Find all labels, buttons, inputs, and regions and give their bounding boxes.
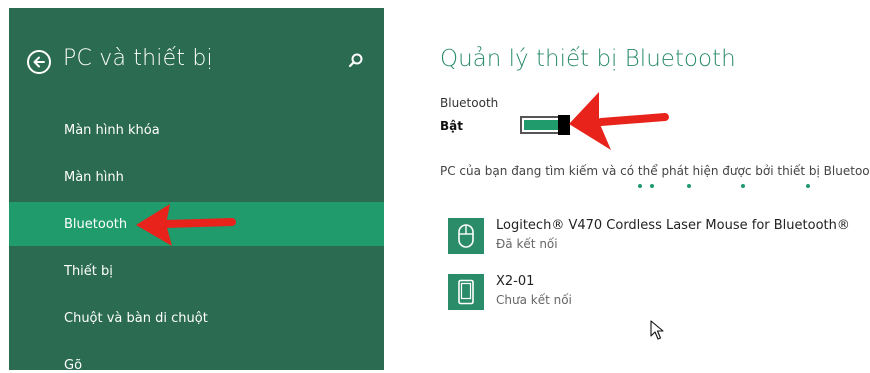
back-arrow-icon[interactable] <box>27 50 51 74</box>
sidebar-item-lock-screen[interactable]: Màn hình khóa <box>9 108 384 152</box>
sidebar-item-label: Màn hình <box>64 169 124 185</box>
phone-icon <box>448 274 484 310</box>
sidebar-item-label: Chuột và bàn di chuột <box>64 310 208 326</box>
search-icon[interactable] <box>347 52 365 70</box>
bluetooth-toggle[interactable] <box>520 115 570 135</box>
progress-dot <box>687 184 691 188</box>
sidebar-item-label: Gõ <box>64 357 83 371</box>
progress-dot <box>650 184 654 188</box>
device-name: Logitech® V470 Cordless Laser Mouse for … <box>496 218 850 233</box>
device-item-phone[interactable]: X2-01 Chưa kết nối <box>448 272 868 322</box>
bluetooth-label: Bluetooth <box>440 96 499 110</box>
page-title: Quản lý thiết bị Bluetooth <box>440 46 736 72</box>
main-panel: Quản lý thiết bị Bluetooth Bluetooth Bật… <box>384 8 870 373</box>
sidebar-item-label: Màn hình khóa <box>64 122 160 138</box>
sidebar-item-mouse-touchpad[interactable]: Chuột và bàn di chuột <box>9 296 384 340</box>
mouse-icon <box>448 218 484 254</box>
sidebar-item-label: Bluetooth <box>64 216 128 232</box>
toggle-fill <box>524 120 558 130</box>
annotation-arrow-icon <box>136 204 236 246</box>
device-status: Chưa kết nối <box>496 293 572 307</box>
discovery-status: PC của bạn đang tìm kiếm và có thể phát … <box>440 164 870 178</box>
device-status: Đã kết nối <box>496 237 558 251</box>
progress-dot <box>741 184 745 188</box>
annotation-arrow-icon <box>569 92 669 150</box>
sidebar-item-display[interactable]: Màn hình <box>9 155 384 199</box>
device-item-mouse[interactable]: Logitech® V470 Cordless Laser Mouse for … <box>448 216 868 266</box>
sidebar: PC và thiết bị Màn hình khóa Màn hình Bl… <box>9 8 384 370</box>
sidebar-title: PC và thiết bị <box>63 46 213 71</box>
progress-dots <box>440 182 870 192</box>
progress-dot <box>806 184 810 188</box>
device-name: X2-01 <box>496 274 535 289</box>
progress-dot <box>638 184 642 188</box>
sidebar-item-label: Thiết bị <box>64 263 113 279</box>
mouse-cursor-icon <box>650 320 664 340</box>
bluetooth-state: Bật <box>440 119 463 133</box>
sidebar-item-typing[interactable]: Gõ <box>9 343 384 371</box>
